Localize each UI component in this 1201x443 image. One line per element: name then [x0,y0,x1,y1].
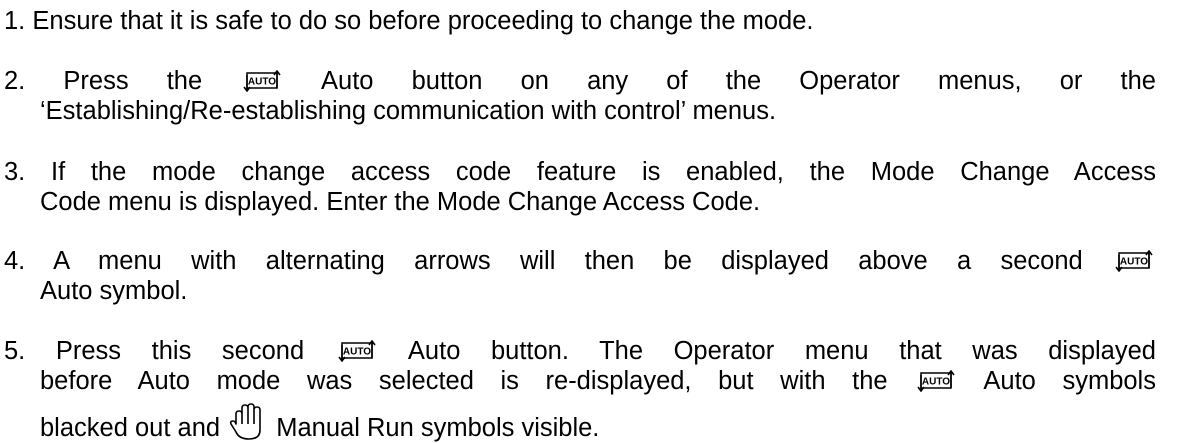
svg-text:AUTO: AUTO [922,377,950,388]
list-item-1: 1. Ensure that it is safe to do so befor… [4,6,813,36]
item-text: Auto symbol. [40,277,188,305]
item-text: Press the [63,67,203,95]
item-text: ‘Establishing/Re-establishing communicat… [40,97,777,125]
list-item-4-continued: Auto symbol. [40,276,187,306]
item-number: 1. [4,7,26,35]
list-item-4: 4. A menu with alternating arrows will t… [4,246,1156,276]
item-text: Auto button. The Operator menu that was … [407,337,1156,365]
item-text: Ensure that it is safe to do so before p… [32,7,814,35]
list-item-2-continued: ‘Establishing/Re-establishing communicat… [40,96,776,126]
item-text: blacked out and [40,414,221,442]
svg-text:AUTO: AUTO [248,77,276,88]
item-number: 4. [4,247,26,275]
list-item-2: 2. Press the AUTO Auto button on any of … [4,66,1156,96]
item-text: Press this second [55,337,305,365]
item-text: If the mode change access code feature i… [50,158,1156,186]
item-number: 5. [4,337,26,365]
list-item-3-continued: Code menu is displayed. Enter the Mode C… [40,187,760,217]
item-text: Manual Run symbols visible. [276,414,600,442]
list-item-3: 3. If the mode change access code featur… [4,157,1156,187]
auto-mode-icon: AUTO [1114,250,1154,272]
manual-run-hand-icon [227,402,267,442]
item-number: 2. [4,67,26,95]
item-text: Auto button on any of the Operator menus… [321,67,1156,95]
auto-mode-icon: AUTO [916,370,956,392]
list-item-5-continued-2: blacked out and Manual Run symbols visib… [40,402,599,443]
auto-mode-icon: AUTO [337,340,377,362]
instruction-list: 1. Ensure that it is safe to do so befor… [0,0,1201,443]
list-item-5: 5. Press this second AUTO Auto button. T… [4,336,1156,366]
list-item-5-continued: before Auto mode was selected is re-disp… [40,366,1156,396]
item-text: Auto symbols [983,367,1156,395]
item-text: A menu with alternating arrows will then… [53,247,1083,275]
item-text: before Auto mode was selected is re-disp… [40,367,888,395]
svg-text:AUTO: AUTO [343,347,371,358]
auto-mode-icon: AUTO [242,70,282,92]
item-text: Code menu is displayed. Enter the Mode C… [40,188,761,216]
item-number: 3. [4,158,26,186]
svg-text:AUTO: AUTO [1120,257,1148,268]
